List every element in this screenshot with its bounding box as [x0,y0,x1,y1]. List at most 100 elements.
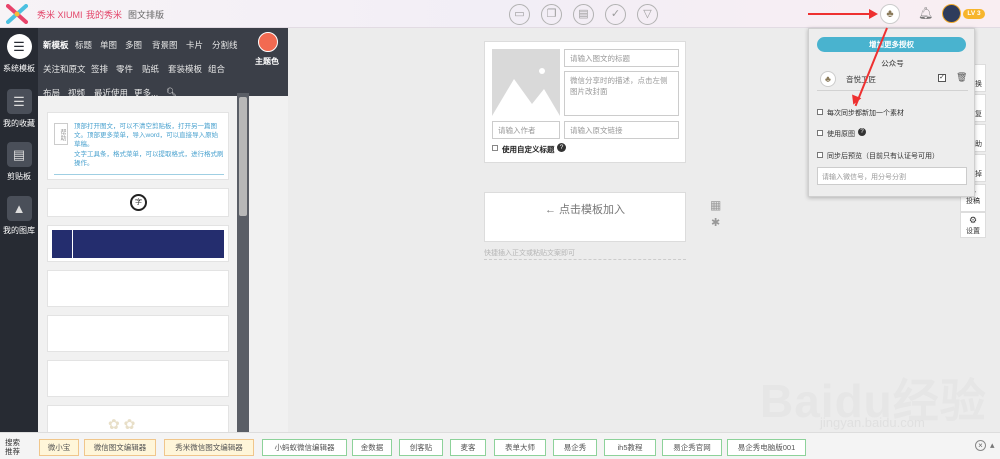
footer-link[interactable]: 小蚂蚁微信编辑器 [262,439,347,456]
sync-new-material-label: 每次同步都新加一个素材 [827,110,904,117]
dark-banner [52,230,224,258]
tab-combo[interactable]: 组合 [208,63,225,75]
section-title: 公众号 [881,59,904,68]
account-name: 音悦工匠 [846,75,876,84]
footer-link[interactable]: ih5教程 [604,439,656,456]
nav-label: 系统模板 [3,64,35,73]
banner-divider [72,230,73,258]
folder-icon[interactable]: ▭ [509,4,530,25]
account-tree-icon[interactable]: ♣ [880,4,900,24]
help-text-2: 文字工具条，格式菜单，可以提取格式，进行格式刷操作。 [74,151,224,167]
preview-after-sync-checkbox[interactable] [817,152,823,158]
add-authorization-button[interactable]: 增加更多授权 [817,37,966,52]
blank-template-card[interactable] [47,315,229,352]
description-input[interactable]: 微信分享时的描述，点击左侧图片改封面 [564,71,679,116]
use-original-image-checkbox[interactable] [817,130,823,136]
settings-button[interactable]: ⚙ 设置 [960,212,986,238]
account-checkbox[interactable]: ✓ [938,74,946,82]
nav-system-templates[interactable]: ☰ 系统模板 [0,34,38,74]
dark-banner-card[interactable] [47,225,229,262]
watermark-url: jingyan.baidu.com [820,415,925,430]
tab-new-templates[interactable]: 新模板 [43,39,69,51]
source-link-input[interactable]: 请输入原文链接 [564,121,679,139]
add-template-area[interactable]: ← 点击模板加入 [484,192,686,242]
circle-char: 字 [130,194,147,211]
footer-bar: 搜索推荐 微小宝 微信图文编辑器 秀米微信图文编辑器 小蚂蚁微信编辑器 金数据 … [0,432,1000,459]
check-icon[interactable]: ✓ [605,4,626,25]
image-placeholder-icon [492,68,560,116]
trash-icon[interactable]: 🗑︎ [956,72,967,83]
nav-favorites[interactable]: ☰ 我的收藏 [0,89,38,129]
author-input[interactable]: 请输入作者 [492,121,560,139]
gear-icon: ⚙ [968,215,978,225]
brand-link[interactable]: 秀米 XIUMI [37,8,83,21]
circle-title-card[interactable]: 字 [47,188,229,217]
title-input[interactable]: 请输入图文的标题 [564,49,679,67]
tab-parts[interactable]: 零件 [116,63,133,75]
account-tree-icon: ♣ [820,71,836,87]
footer-link[interactable]: 易企秀官网 [662,439,722,456]
paste-hint[interactable]: 快捷插入正文或粘贴文案即可 [484,248,686,260]
tab-divider[interactable]: 分割线 [212,39,238,51]
tab-sign[interactable]: 签排 [91,63,108,75]
wechat-id-input[interactable]: 请输入微信号，用分号分割 [817,167,967,185]
nav-label: 剪贴板 [7,172,31,181]
tab-card[interactable]: 卡片 [186,39,203,51]
footer-link[interactable]: 微小宝 [39,439,79,456]
help-circle-icon[interactable]: ? [858,128,866,136]
section-title: 图文排版 [128,10,165,20]
account-popup: 增加更多授权 公众号 ♣ 音悦工匠 ✓ 🗑︎ 每次同步都新加一个素材 使用原图 … [808,28,975,197]
copy-icon[interactable]: ❐ [541,4,562,25]
tab-background[interactable]: 背景图 [152,39,178,51]
bell-icon[interactable]: 🔔︎ [918,6,933,21]
my-xiumi-link[interactable]: 我的秀米 [86,8,122,21]
gear-icon[interactable]: ✱ [711,216,720,229]
level-badge: LV 3 [963,9,985,19]
help-tag: 帮助 [54,123,68,145]
tab-single-image[interactable]: 单图 [100,39,117,51]
account-row[interactable]: ♣ 音悦工匠 ✓ 🗑︎ [817,69,968,91]
grid-icon[interactable]: ▦ [710,198,721,212]
xiumi-logo[interactable] [6,4,28,24]
close-icon[interactable]: × [975,440,986,451]
footer-link[interactable]: 秀米微信图文编辑器 [164,439,254,456]
footer-link[interactable]: 创客贴 [399,439,443,456]
annotation-arrow [808,13,873,15]
send-icon[interactable]: ▽ [637,4,658,25]
preview-icon[interactable]: ▤ [573,4,594,25]
tab-sets[interactable]: 套装模板 [168,63,202,75]
footer-link[interactable]: 麦客 [450,439,486,456]
blank-template-card[interactable]: ✿ ✿ [47,405,229,432]
tab-multi-image[interactable]: 多图 [125,39,142,51]
footer-link[interactable]: 易企秀电脑版001 [727,439,806,456]
nav-gallery[interactable]: ▲ 我的图库 [0,196,38,236]
add-template-hint: ← 点击模板加入 [544,204,626,216]
footer-link[interactable]: 微信图文编辑器 [84,439,156,456]
tab-title[interactable]: 标题 [75,39,92,51]
help-circle-icon[interactable]: ? [557,143,566,152]
help-template-card[interactable]: 帮助 顶部打开图文，可以不清空剪贴板，打开另一篇图文。顶部更多菜单，导入word… [47,112,229,180]
nav-clipboard[interactable]: ▤ 剪贴板 [0,142,38,182]
clipboard-icon: ▤ [6,142,32,167]
tab-stickers[interactable]: 贴纸 [142,63,159,75]
template-cards: 帮助 顶部打开图文，可以不清空剪贴板，打开另一篇图文。顶部更多菜单，导入word… [47,112,229,432]
theme-color-button[interactable] [258,32,278,52]
theme-color-label: 主题色 [255,57,279,66]
favorites-icon: ☰ [6,89,32,114]
blank-template-card[interactable] [47,360,229,397]
blank-template-card[interactable] [47,270,229,307]
custom-title-label: 使用自定义标题 [502,145,555,154]
custom-title-checkbox[interactable] [492,145,498,151]
footer-link[interactable]: 金数据 [352,439,392,456]
footer-link[interactable]: 表单大师 [494,439,546,456]
tab-follow[interactable]: 关注和原文 [43,63,86,75]
cover-image[interactable] [492,49,560,116]
left-nav: ☰ 系统模板 ☰ 我的收藏 ▤ 剪贴板 ▲ 我的图库 [0,28,38,432]
footer-link[interactable]: 易企秀 [553,439,597,456]
sync-new-material-checkbox[interactable] [817,109,823,115]
footer-label: 搜索推荐 [5,438,20,456]
avatar[interactable] [942,4,961,23]
collapse-icon[interactable]: ▴ [990,440,995,451]
nav-label: 我的图库 [3,226,35,235]
scrollbar-thumb[interactable] [239,97,247,216]
